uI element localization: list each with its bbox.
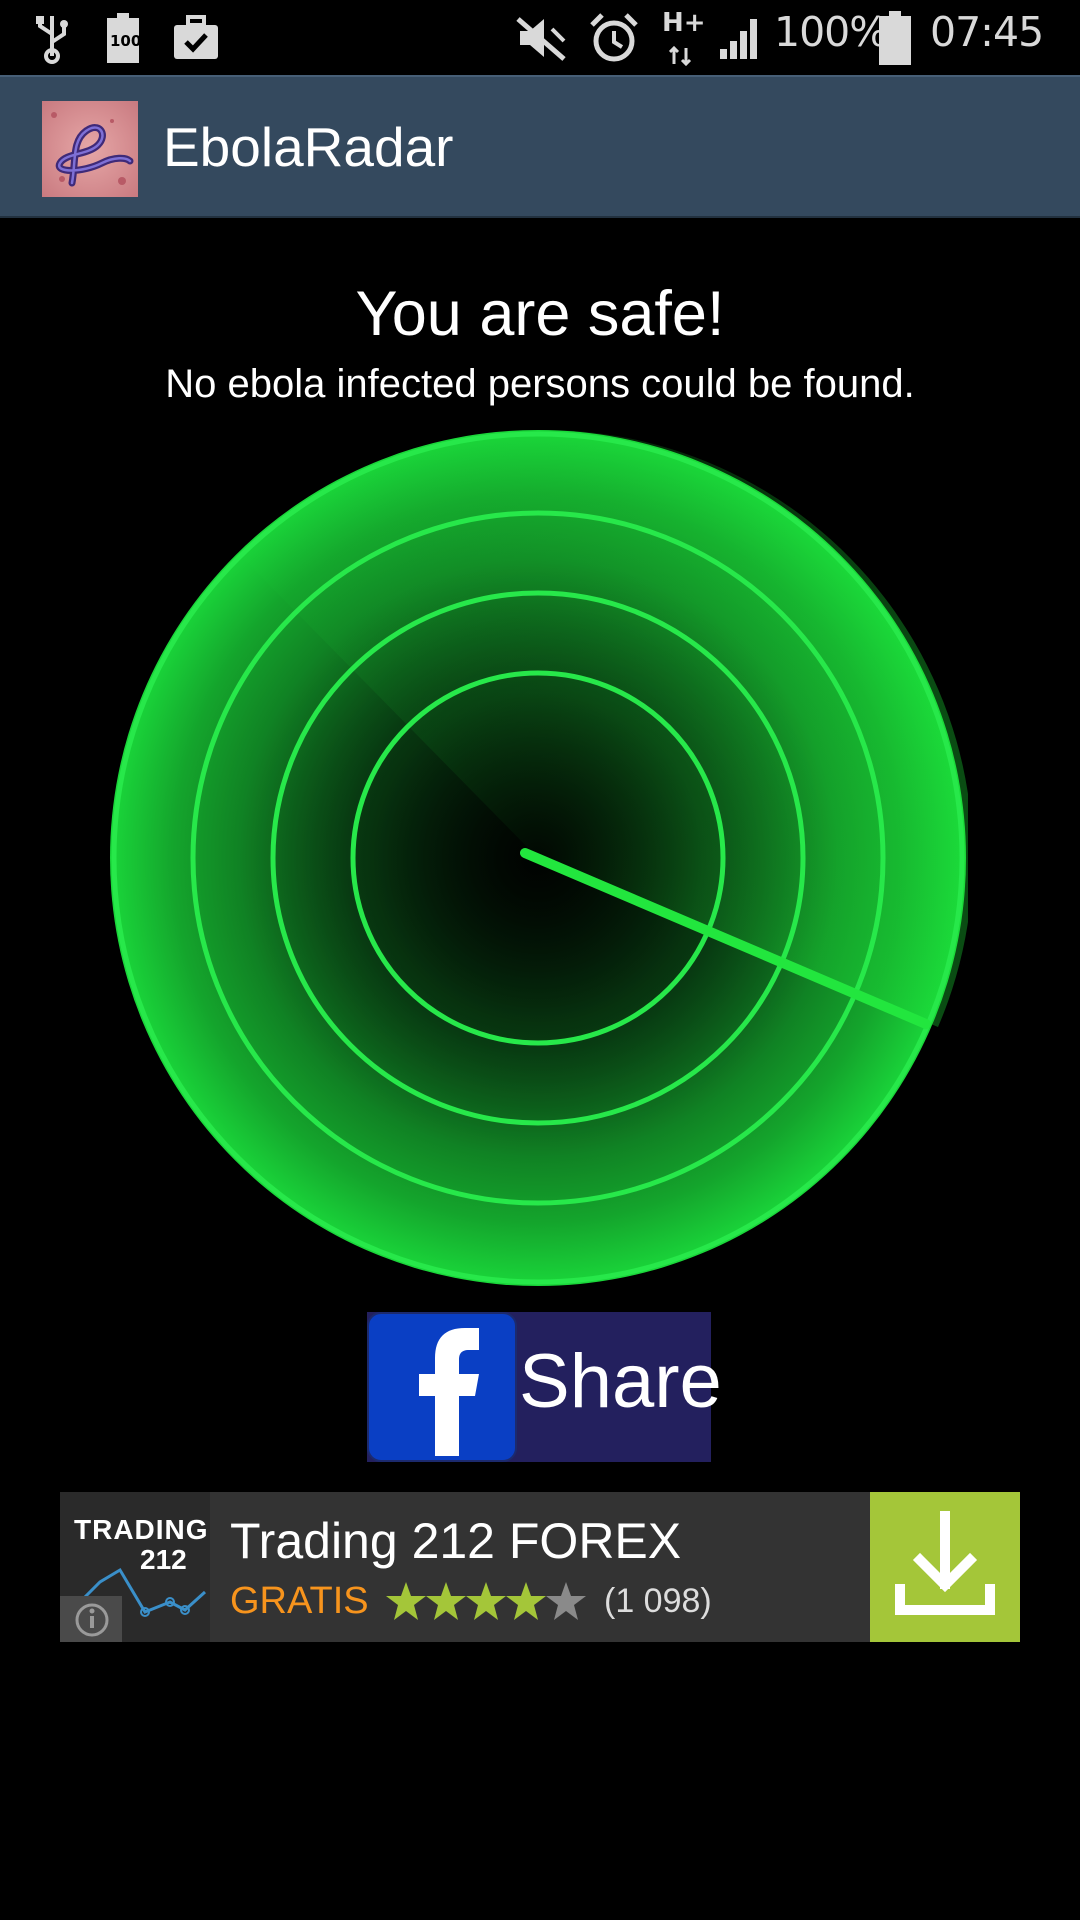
- radar-display: [108, 428, 973, 1288]
- mute-icon: [516, 10, 568, 66]
- network-label: H+: [662, 8, 706, 38]
- briefcase-check-icon: [172, 10, 220, 66]
- status-subline: No ebola infected persons could be found…: [165, 362, 915, 406]
- facebook-icon: [367, 1312, 517, 1462]
- status-bar: 100 H+ 100% 07:45: [0, 0, 1080, 75]
- star-icon: [426, 1582, 466, 1620]
- battery-percent: 100%: [774, 8, 888, 56]
- network-hplus-icon: H+: [662, 8, 706, 66]
- app-bar: EbolaRadar: [0, 75, 1080, 218]
- star-icon: [466, 1582, 506, 1620]
- star-icon: [506, 1582, 546, 1620]
- battery-small-label: 100: [110, 32, 142, 50]
- ad-app-logo: TRADING 212: [60, 1492, 210, 1642]
- battery-full-icon: 100: [106, 10, 142, 66]
- clock: 07:45: [930, 8, 1044, 56]
- usb-icon: [34, 10, 70, 66]
- ad-title: Trading 212 FOREX: [230, 1513, 682, 1569]
- ad-banner[interactable]: TRADING 212 Trading 212 FOREX GRATIS (1 …: [60, 1492, 1020, 1642]
- battery-icon: [878, 10, 912, 66]
- ebola-virus-icon[interactable]: [42, 101, 138, 197]
- download-icon: [895, 1511, 995, 1615]
- ad-price: GRATIS: [230, 1580, 369, 1622]
- star-empty-icon: [546, 1582, 586, 1620]
- signal-icon: [718, 10, 764, 66]
- share-label: Share: [519, 1339, 722, 1424]
- ad-rating-stars: [386, 1580, 586, 1624]
- ad-review-count: (1 098): [604, 1582, 712, 1620]
- ad-info-icon[interactable]: [60, 1596, 122, 1642]
- status-headline: You are safe!: [355, 279, 725, 349]
- facebook-share-button[interactable]: Share: [367, 1312, 722, 1462]
- ad-download-button[interactable]: [870, 1492, 1020, 1642]
- alarm-icon: [590, 10, 638, 66]
- app-title: EbolaRadar: [163, 116, 454, 178]
- star-icon: [386, 1582, 426, 1620]
